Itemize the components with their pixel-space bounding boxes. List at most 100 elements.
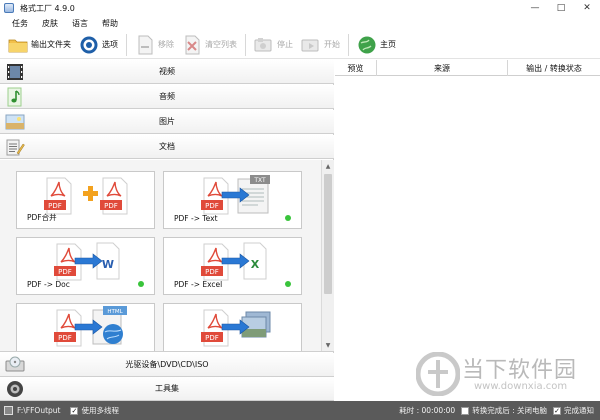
status-dot <box>285 281 291 287</box>
watermark-logo-icon <box>416 352 460 396</box>
pdf-to-text-icon: PDF TXT <box>201 175 270 215</box>
column-source[interactable]: 来源 <box>377 60 508 76</box>
menu-language[interactable]: 语言 <box>72 18 88 29</box>
pdf-badge-text: PDF <box>205 334 219 342</box>
document-icon <box>6 139 25 156</box>
status-bar: F:\FFOutput ✓ 使用多线程 耗时 : 00:00:00 转换完成后 … <box>0 401 600 420</box>
toolbar-separator <box>348 33 349 56</box>
category-document[interactable]: 文档 <box>0 135 334 159</box>
home-label: 主页 <box>380 40 396 49</box>
stop-button[interactable]: 停止 <box>254 33 293 57</box>
clear-list-button[interactable]: 清空列表 <box>182 33 237 57</box>
category-disc-label: 光驱设备\DVD\CD\ISO <box>125 360 209 369</box>
tool-pdf-to-image[interactable]: PDF <box>163 303 302 351</box>
options-icon <box>79 35 99 55</box>
options-button[interactable]: 选项 <box>79 33 118 57</box>
column-output-status[interactable]: 输出 / 转换状态 <box>508 60 600 76</box>
after-convert-checkbox[interactable] <box>461 406 470 415</box>
notify-option[interactable]: ✓ 完成通知 <box>553 405 594 416</box>
pdf-to-doc-icon: PDF W <box>54 242 120 281</box>
pdf-badge-text: PDF <box>58 334 72 342</box>
watermark: 当下软件园 www.downxia.com <box>416 350 596 400</box>
remove-button[interactable]: 移除 <box>135 33 174 57</box>
output-path[interactable]: F:\FFOutput <box>17 406 60 415</box>
clear-list-icon <box>182 35 202 55</box>
after-convert-option[interactable]: 转换完成后 : 关闭电脑 <box>461 405 547 416</box>
category-audio[interactable]: 音频 <box>0 85 334 109</box>
output-folder-icon[interactable] <box>4 406 13 415</box>
scroll-up-arrow-icon[interactable]: ▲ <box>322 161 334 172</box>
menu-help[interactable]: 帮助 <box>102 18 118 29</box>
tool-pdf-merge[interactable]: PDF PDF PDF合并 <box>16 171 155 229</box>
column-preview[interactable]: 预览 <box>335 60 377 76</box>
elapsed-time: 耗时 : 00:00:00 <box>399 406 456 415</box>
task-list-panel: 预览 来源 输出 / 转换状态 <box>335 60 600 400</box>
remove-label: 移除 <box>158 40 174 49</box>
start-button[interactable]: 开始 <box>301 33 340 57</box>
picture-icon <box>5 114 25 130</box>
status-dot <box>138 281 144 287</box>
category-video-label: 视频 <box>159 67 175 76</box>
after-convert-label: 转换完成后 : 关闭电脑 <box>472 406 547 415</box>
tool-label: PDF合并 <box>27 213 57 222</box>
category-image-label: 图片 <box>159 117 175 126</box>
status-dot <box>285 215 291 221</box>
pdf-badge-text: PDF <box>104 202 118 210</box>
notify-checkbox[interactable]: ✓ <box>553 406 561 415</box>
film-icon <box>7 64 23 80</box>
scroll-down-arrow-icon[interactable]: ▼ <box>322 340 334 351</box>
output-folder-label: 输出文件夹 <box>31 40 71 49</box>
pdf-badge-text: PDF <box>205 268 219 276</box>
app-icon <box>4 3 14 13</box>
tool-pdf-to-html[interactable]: PDF HTML <box>16 303 155 351</box>
remove-icon <box>135 35 155 55</box>
folder-icon <box>8 35 28 55</box>
pdf-to-html-icon: PDF HTML <box>54 306 127 347</box>
html-badge-text: HTML <box>107 309 123 315</box>
watermark-text: 当下软件园 <box>462 358 578 383</box>
tool-pdf-to-text[interactable]: PDF TXT PDF -> Text <box>163 171 302 229</box>
menu-task[interactable]: 任务 <box>12 18 28 29</box>
toolbar-separator <box>245 33 246 56</box>
minimize-button[interactable]: — <box>522 0 548 16</box>
title-bar: 格式工厂 4.9.0 — □ ✕ <box>0 0 600 16</box>
pdf-badge-text: PDF <box>58 268 72 276</box>
music-note-icon <box>7 87 22 107</box>
tool-label: PDF -> Doc <box>27 280 70 289</box>
multithread-option[interactable]: ✓ 使用多线程 <box>70 405 119 416</box>
home-globe-icon <box>357 35 377 55</box>
task-list-header: 预览 来源 输出 / 转换状态 <box>335 60 600 76</box>
category-tools-label: 工具集 <box>155 384 179 393</box>
pdf-to-image-icon: PDF <box>201 309 271 347</box>
close-button[interactable]: ✕ <box>574 0 600 16</box>
output-folder-button[interactable]: 输出文件夹 <box>8 33 71 57</box>
tool-pdf-to-excel[interactable]: PDF X PDF -> Excel <box>163 237 302 295</box>
scroll-thumb[interactable] <box>324 174 332 294</box>
menu-bar: 任务 皮肤 语言 帮助 <box>0 16 600 30</box>
options-label: 选项 <box>102 40 118 49</box>
document-tools-grid: PDF PDF PDF合并 PDF TXT PDF -> Text PDF W … <box>0 160 334 352</box>
toolbar-separator <box>126 33 127 56</box>
category-video[interactable]: 视频 <box>0 60 334 84</box>
window-controls: — □ ✕ <box>522 0 600 16</box>
category-disc[interactable]: 光驱设备\DVD\CD\ISO <box>0 353 334 377</box>
menu-skin[interactable]: 皮肤 <box>42 18 58 29</box>
start-icon <box>301 35 321 55</box>
home-button[interactable]: 主页 <box>357 33 396 57</box>
tool-pdf-to-doc[interactable]: PDF W PDF -> Doc <box>16 237 155 295</box>
excel-badge-text: X <box>251 258 260 271</box>
category-image[interactable]: 图片 <box>0 110 334 134</box>
toolbar: 输出文件夹 选项 移除 清空列表 停止 开始 主页 <box>0 31 600 59</box>
tool-label: PDF -> Excel <box>174 280 223 289</box>
multithread-checkbox[interactable]: ✓ <box>70 406 79 415</box>
maximize-button[interactable]: □ <box>548 0 574 16</box>
tool-label: PDF -> Text <box>174 214 218 223</box>
window-title: 格式工厂 4.9.0 <box>20 3 75 13</box>
multithread-label: 使用多线程 <box>81 406 119 415</box>
watermark-url: www.downxia.com <box>474 381 568 392</box>
tools-scrollbar[interactable]: ▲ ▼ <box>321 160 334 351</box>
stop-label: 停止 <box>277 40 293 49</box>
category-tools[interactable]: 工具集 <box>0 377 334 401</box>
disc-drive-icon <box>5 356 25 372</box>
clear-list-label: 清空列表 <box>205 40 237 49</box>
